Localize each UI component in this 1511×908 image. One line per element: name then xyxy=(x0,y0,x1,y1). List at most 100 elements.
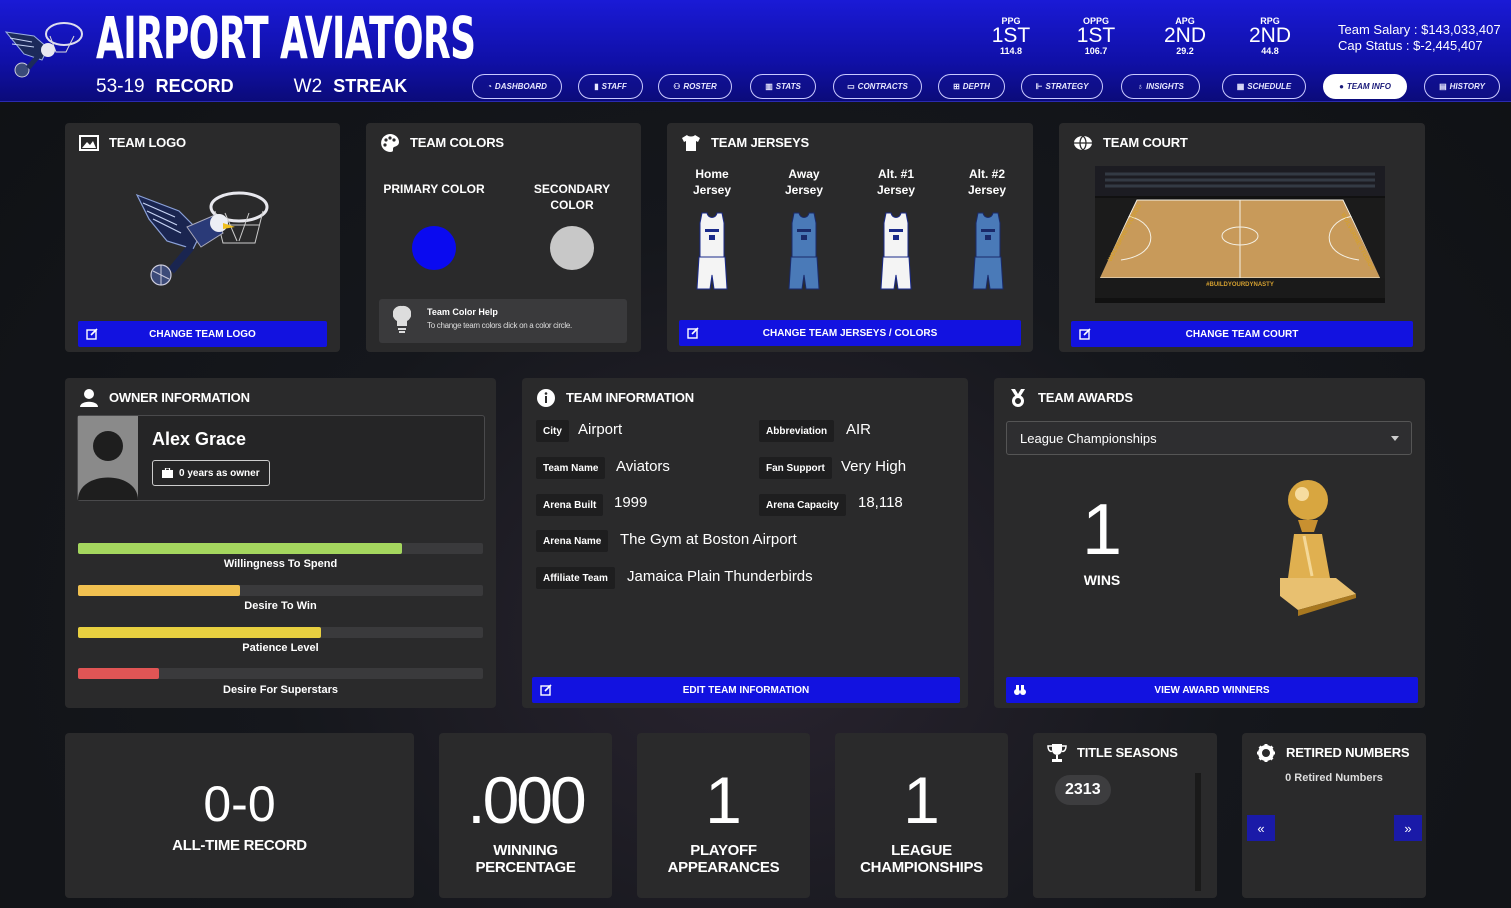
streak-value: W2 xyxy=(293,76,323,97)
trait-bar-patience xyxy=(78,627,483,638)
league-championships-value: 1 xyxy=(903,763,940,837)
clipboard-icon: ▮ xyxy=(594,82,599,91)
city-value: Airport xyxy=(578,421,623,438)
nav-dashboard[interactable]: ◔ DASHBOARD xyxy=(472,74,562,99)
alt2-jersey-image[interactable] xyxy=(969,211,1007,295)
team-logo-card: TEAM LOGO CHANGE TEAM LOGO xyxy=(65,123,340,352)
away-jersey-image[interactable] xyxy=(785,211,823,295)
court-image[interactable]: #BUILDYOURDYNASTY WOLVERINE STUDIOS WOLV… xyxy=(1095,166,1385,303)
chevron-down-icon xyxy=(1391,436,1399,441)
trait-bar-spend xyxy=(78,543,483,554)
home-jersey-image[interactable] xyxy=(693,211,731,295)
card-title: TEAM LOGO xyxy=(109,135,186,150)
nav-schedule[interactable]: ▦ SCHEDULE xyxy=(1222,74,1306,99)
next-button[interactable]: » xyxy=(1394,815,1422,841)
edit-icon xyxy=(687,327,699,339)
nav-insights[interactable]: ♁ INSIGHTS xyxy=(1121,74,1200,99)
button-label: VIEW AWARD WINNERS xyxy=(1154,684,1270,696)
title-season-item[interactable]: 2313 xyxy=(1055,775,1111,805)
basketball-icon xyxy=(1074,135,1092,151)
fan-support-value: Very High xyxy=(841,458,907,475)
trait-bar-superstars xyxy=(78,668,483,679)
nav-label: DEPTH xyxy=(962,82,990,91)
arena-name-value: The Gym at Boston Airport xyxy=(620,531,797,548)
secondary-color-label: SECONDARY COLOR xyxy=(533,182,611,212)
record-label: RECORD xyxy=(155,76,234,96)
team-colors-card: TEAM COLORS PRIMARY COLOR SECONDARY COLO… xyxy=(366,123,641,352)
card-title: TITLE SEASONS xyxy=(1077,745,1178,760)
nav-team-info[interactable]: ● TEAM INFO xyxy=(1323,74,1407,99)
stat-rank: 2ND xyxy=(1163,24,1206,47)
trait-label: Desire To Win xyxy=(244,600,317,612)
abbreviation-value: AIR xyxy=(846,421,872,438)
all-time-record-value: 0-0 xyxy=(203,776,276,832)
streak-label: STREAK xyxy=(333,76,408,96)
previous-button[interactable]: « xyxy=(1247,815,1275,841)
award-count-label: WINS xyxy=(1083,572,1121,588)
retired-numbers-card: RETIRED NUMBERS 0 Retired Numbers « » xyxy=(1242,733,1426,898)
user-icon xyxy=(80,389,98,407)
primary-color-swatch[interactable] xyxy=(412,226,456,270)
all-time-record-tile: 0-0 ALL-TIME RECORD xyxy=(65,733,414,898)
winning-percentage-tile: .000 WINNING PERCENTAGE xyxy=(439,733,612,898)
stat-rpg: RPG 2ND 44.8 xyxy=(1240,16,1300,56)
stat-rank: 1ST xyxy=(991,24,1031,47)
edit-team-information-button[interactable]: EDIT TEAM INFORMATION xyxy=(532,677,960,703)
secondary-color-swatch[interactable] xyxy=(550,226,594,270)
arena-name-key: Arena Name xyxy=(536,530,609,552)
view-award-winners-button[interactable]: VIEW AWARD WINNERS xyxy=(1006,677,1418,703)
team-name-value: Aviators xyxy=(616,458,670,475)
bulb-icon: ♁ xyxy=(1137,82,1144,91)
stat-oppg: OPPG 1ST 106.7 xyxy=(1066,16,1126,56)
nav-label: STATS xyxy=(775,82,801,91)
affiliate-team-value: Jamaica Plain Thunderbirds xyxy=(627,568,813,585)
court-banner-text: #BUILDYOURDYNASTY xyxy=(1206,282,1274,288)
nav-contracts[interactable]: ▭ CONTRACTS xyxy=(833,74,922,99)
alt1-jersey-image[interactable] xyxy=(877,211,915,295)
arena-built-value: 1999 xyxy=(614,494,648,511)
home-jersey-label: Home Jersey xyxy=(692,167,732,197)
team-logo-image xyxy=(135,191,269,286)
stat-ppg: PPG 1ST 114.8 xyxy=(981,16,1041,56)
owner-avatar xyxy=(78,416,138,500)
nav-history[interactable]: ▤ HISTORY xyxy=(1424,74,1500,99)
nav-roster[interactable]: ⚇ ROSTER xyxy=(658,74,732,99)
nav-label: STAFF xyxy=(601,82,627,91)
title-seasons-card: TITLE SEASONS 2313 xyxy=(1033,733,1217,898)
team-logo-small xyxy=(4,22,83,78)
card-title: RETIRED NUMBERS xyxy=(1286,745,1410,760)
nav-staff[interactable]: ▮ STAFF xyxy=(578,74,643,99)
change-team-court-button[interactable]: CHANGE TEAM COURT xyxy=(1071,321,1413,347)
alt2-jersey-label: Alt. #2 Jersey xyxy=(967,167,1007,197)
nav-stats[interactable]: ▥ STATS xyxy=(750,74,816,99)
award-type-select[interactable]: League Championships xyxy=(1006,421,1412,455)
team-name-key: Team Name xyxy=(536,457,606,479)
dashboard-icon: ◔ xyxy=(487,82,492,91)
nav-label: ROSTER xyxy=(683,82,717,91)
team-awards-card: TEAM AWARDS League Championships 1 WINS … xyxy=(994,378,1425,708)
playoff-appearances-tile: 1 PLAYOFF APPEARANCES xyxy=(637,733,810,898)
card-title: TEAM AWARDS xyxy=(1038,390,1133,405)
cap-status: Cap Status : $-2,445,407 xyxy=(1338,38,1483,53)
owner-information-card: OWNER INFORMATION Alex Grace 0 years as … xyxy=(65,378,496,708)
owner-profile: Alex Grace 0 years as owner xyxy=(77,415,485,501)
palette-icon xyxy=(381,134,399,152)
nav-strategy[interactable]: ⊩ STRATEGY xyxy=(1021,74,1103,99)
nav-depth[interactable]: ⊞ DEPTH xyxy=(938,74,1005,99)
edit-icon xyxy=(540,684,552,696)
nav-label: SCHEDULE xyxy=(1247,82,1292,91)
help-title: Team Color Help xyxy=(427,307,498,317)
arena-built-key: Arena Built xyxy=(536,494,604,516)
button-label: EDIT TEAM INFORMATION xyxy=(682,684,810,696)
change-team-jerseys-button[interactable]: CHANGE TEAM JERSEYS / COLORS xyxy=(679,320,1021,346)
team-information-card: TEAM INFORMATION City Airport Abbreviati… xyxy=(522,378,968,708)
owner-tenure-badge: 0 years as owner xyxy=(152,460,270,486)
league-championships-label: LEAGUE CHAMPIONSHIPS xyxy=(860,842,983,876)
top-header: AIRPORT AVIATORS 53-19 RECORD W2 STREAK … xyxy=(0,0,1511,102)
seasons-scrollbar[interactable] xyxy=(1195,773,1201,891)
stat-rank: 2ND xyxy=(1248,24,1291,47)
info-icon: ● xyxy=(1339,82,1344,91)
change-team-logo-button[interactable]: CHANGE TEAM LOGO xyxy=(78,321,327,347)
abbreviation-key: Abbreviation xyxy=(759,420,835,442)
gear-icon xyxy=(1257,744,1275,762)
